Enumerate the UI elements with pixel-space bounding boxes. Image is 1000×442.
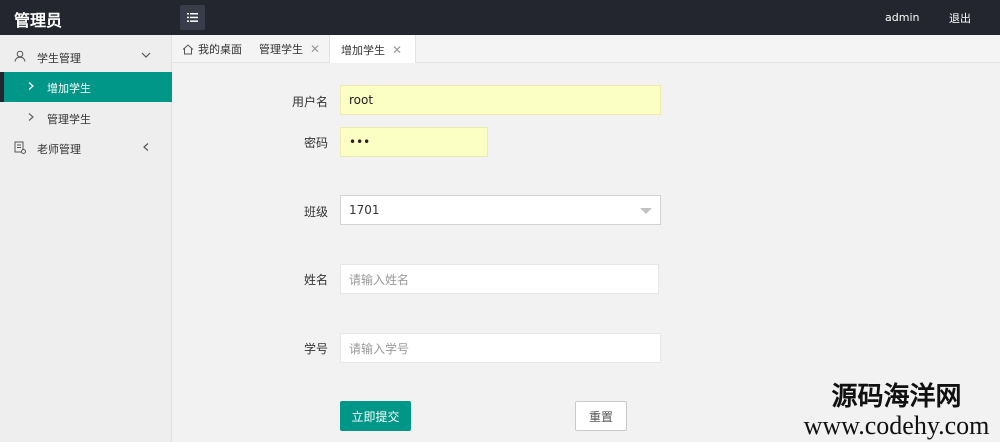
user-menu[interactable]: admin	[885, 11, 919, 24]
tab-bar: 我的桌面 管理学生 ✕ 增加学生 ✕	[172, 35, 1000, 64]
student-no-placeholder: 请输入学号	[349, 341, 410, 356]
sidebar-item-label: 管理学生	[47, 113, 91, 126]
sidebar-item-add-student[interactable]: 增加学生	[0, 72, 172, 102]
name-placeholder: 请输入姓名	[349, 272, 410, 287]
username-input[interactable]: root	[340, 85, 661, 115]
class-label: 班级	[303, 205, 328, 219]
close-icon[interactable]: ✕	[392, 43, 402, 57]
student-no-input[interactable]: 请输入学号	[340, 333, 661, 363]
tab-label: 我的桌面	[198, 43, 242, 56]
password-value: •••	[349, 135, 371, 149]
list-icon	[187, 13, 198, 22]
logout-link[interactable]: 退出	[949, 10, 971, 26]
sidebar-item-label: 增加学生	[47, 82, 91, 95]
tab-manage-students[interactable]: 管理学生 ✕	[259, 35, 320, 63]
tab-my-desktop[interactable]: 我的桌面	[182, 35, 242, 63]
tab-label: 管理学生	[259, 43, 303, 56]
sidebar-group-teachers[interactable]: 老师管理	[0, 133, 172, 163]
watermark: 源码海洋网 www.codehy.com	[793, 382, 1000, 440]
username-label: 用户名	[291, 95, 328, 109]
home-icon	[182, 43, 194, 54]
password-label: 密码	[303, 136, 328, 150]
brand-title: 管理员	[14, 11, 63, 30]
name-label: 姓名	[303, 273, 328, 287]
class-select[interactable]: 1701	[340, 195, 661, 225]
class-value: 1701	[349, 203, 380, 217]
caret-down-icon	[640, 208, 652, 214]
password-input[interactable]: •••	[340, 127, 488, 157]
document-icon	[14, 141, 26, 154]
chevron-right-icon	[28, 82, 34, 90]
top-bar: 管理员 admin 退出	[0, 0, 1000, 35]
menu-toggle-button[interactable]	[180, 5, 205, 30]
tab-add-student[interactable]: 增加学生 ✕	[329, 35, 417, 64]
reset-button[interactable]: 重置	[575, 401, 627, 431]
close-icon[interactable]: ✕	[310, 42, 320, 56]
chevron-down-icon	[141, 52, 151, 58]
sidebar-group-label: 老师管理	[37, 143, 81, 156]
name-input[interactable]: 请输入姓名	[340, 264, 659, 294]
sidebar: 学生管理 增加学生 管理学生 老师管理	[0, 35, 172, 442]
sidebar-group-students[interactable]: 学生管理	[0, 42, 172, 72]
username-value: root	[349, 93, 374, 107]
sidebar-item-manage-students[interactable]: 管理学生	[0, 103, 172, 133]
watermark-url: www.codehy.com	[803, 411, 990, 440]
watermark-title: 源码海洋网	[831, 382, 962, 412]
student-no-label: 学号	[303, 342, 328, 356]
chevron-right-icon	[28, 113, 34, 121]
sidebar-group-label: 学生管理	[37, 52, 81, 65]
chevron-left-icon	[143, 143, 149, 151]
submit-button[interactable]: 立即提交	[340, 401, 411, 431]
user-icon	[14, 50, 26, 62]
tab-label: 增加学生	[341, 43, 385, 57]
